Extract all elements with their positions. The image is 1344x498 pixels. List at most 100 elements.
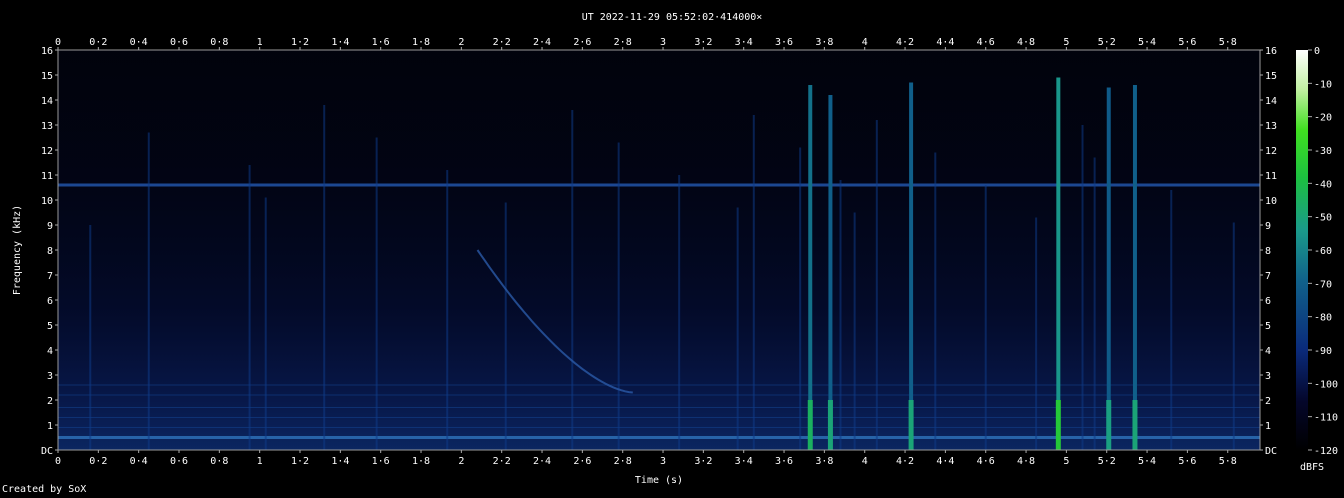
x-tick-label-top: 5 [1063,37,1069,48]
y-tick-label-right: 1 [1265,421,1271,432]
x-tick-label-top: 3·8 [815,37,833,48]
faint-impulse [1035,217,1038,450]
y-axis-right: DC12345678910111213141516 [1260,46,1277,457]
y-tick-label-right: 3 [1265,371,1271,382]
colorbar-tick-label: -80 [1314,313,1332,324]
faint-impulse [678,175,681,450]
x-tick-label-top: 0·8 [210,37,228,48]
y-tick-label-left: 14 [41,96,53,107]
x-tick-label-top: 0·6 [170,37,188,48]
y-tick-label-left: 3 [47,371,53,382]
x-tick-label-top: 5·4 [1138,37,1156,48]
y-tick-label-left: DC [41,446,53,457]
x-tick-label-top: 3·2 [694,37,712,48]
impulse-line [1106,87,1111,450]
x-tick-label-top: 4·6 [977,37,995,48]
x-tick-label-top: 4·2 [896,37,914,48]
colorbar-tick-label: -100 [1314,379,1338,390]
y-tick-label-right: 16 [1265,46,1277,57]
x-tick-label-bottom: 0·2 [89,456,107,467]
y-tick-label-right: 4 [1265,346,1271,357]
y-tick-label-right: 6 [1265,296,1271,307]
y-tick-label-right: 5 [1265,321,1271,332]
x-tick-label-bottom: 0·6 [170,456,188,467]
x-tick-label-bottom: 5 [1063,456,1069,467]
colorbar-tick-label: -90 [1314,346,1332,357]
x-tick-label-top: 0·4 [130,37,148,48]
y-tick-label-left: 16 [41,46,53,57]
faint-impulse [248,165,251,450]
x-tick-label-bottom: 4·6 [977,456,995,467]
y-tick-label-right: DC [1265,446,1277,457]
faint-impulse [617,142,620,450]
x-tick-label-bottom: 5·8 [1219,456,1237,467]
band-line [58,394,1260,396]
faint-impulse [875,120,878,450]
x-tick-label-bottom: 3·2 [694,456,712,467]
impulse-line [1132,85,1137,450]
x-tick-label-top: 5·2 [1098,37,1116,48]
y-tick-label-right: 10 [1265,196,1277,207]
x-tick-label-top: 2 [458,37,464,48]
faint-impulse [1232,222,1235,450]
x-tick-label-top: 3 [660,37,666,48]
colorbar-tick-label: -40 [1314,179,1332,190]
faint-impulse [89,225,92,450]
colorbar-tick-label: -120 [1314,446,1338,457]
impulse-base [1106,400,1112,450]
x-tick-label-top: 0 [55,37,61,48]
x-tick-label-top: 4 [862,37,868,48]
colorbar-ticks: 0 -10 -20 -30 -40 -50 -60 -70 -80 -90 -100 -110 -120 [1308,46,1338,457]
x-axis-bottom: 0 0·2 0·4 0·6 0·8 1 1·2 1·4 1·6 1·8 2 2·2 2·4 2·6 2·8 3… [55,450,1237,467]
x-tick-label-bottom: 4·8 [1017,456,1035,467]
faint-impulse [1170,190,1173,450]
y-tick-label-right: 9 [1265,221,1271,232]
y-tick-label-right: 15 [1265,71,1277,82]
y-tick-label-right: 7 [1265,271,1271,282]
x-tick-label-top: 1·2 [291,37,309,48]
faint-impulse [264,197,267,450]
impulse-line [1056,77,1061,450]
x-tick-label-bottom: 1 [257,456,263,467]
y-tick-label-left: 6 [47,296,53,307]
y-tick-label-left: 9 [47,221,53,232]
x-tick-label-bottom: 0·8 [210,456,228,467]
x-tick-label-top: 4·4 [936,37,954,48]
x-axis-top: 0 0·2 0·4 0·6 0·8 1 1·2 1·4 1·6 1·8 2 2·2 2·4 2·6 2·8 3… [55,37,1237,50]
impulse-base [827,400,833,450]
x-tick-label-bottom: 2·4 [533,456,551,467]
x-tick-label-bottom: 5·4 [1138,456,1156,467]
faint-impulse [1081,125,1084,450]
colorbar-tick-label: -50 [1314,213,1332,224]
x-tick-label-bottom: 1·6 [372,456,390,467]
faint-impulse [984,185,987,450]
noise-field [58,50,1260,450]
x-tick-label-top: 1 [257,37,263,48]
colorbar-label: dBFS [1300,462,1324,473]
y-tick-label-left: 13 [41,121,53,132]
band-line [58,427,1260,428]
x-tick-label-bottom: 3·6 [775,456,793,467]
x-tick-label-top: 2·2 [493,37,511,48]
y-tick-label-right: 13 [1265,121,1277,132]
impulse-line [909,82,914,450]
y-tick-label-right: 14 [1265,96,1277,107]
y-tick-label-left: 5 [47,321,53,332]
y-tick-label-right: 12 [1265,146,1277,157]
x-tick-label-top: 1·6 [372,37,390,48]
x-tick-label-bottom: 4 [862,456,868,467]
y-tick-label-right: 8 [1265,246,1271,257]
x-tick-label-top: 0·2 [89,37,107,48]
faint-impulse [934,152,937,450]
colorbar-tick-label: 0 [1314,46,1320,57]
faint-impulse [323,105,326,450]
x-tick-label-bottom: 2 [458,456,464,467]
x-tick-label-top: 2·8 [614,37,632,48]
colorbar-tick-label: -10 [1314,79,1332,90]
spectrogram-view: UT 2022-11-29 05:52:02·414000× 0 0·2 0·4 0·… [0,0,1344,498]
x-tick-label-bottom: 3 [660,456,666,467]
faint-impulse [147,132,150,450]
faint-impulse [839,180,842,450]
x-tick-label-bottom: 4·2 [896,456,914,467]
colorbar-tick-label: -60 [1314,246,1332,257]
